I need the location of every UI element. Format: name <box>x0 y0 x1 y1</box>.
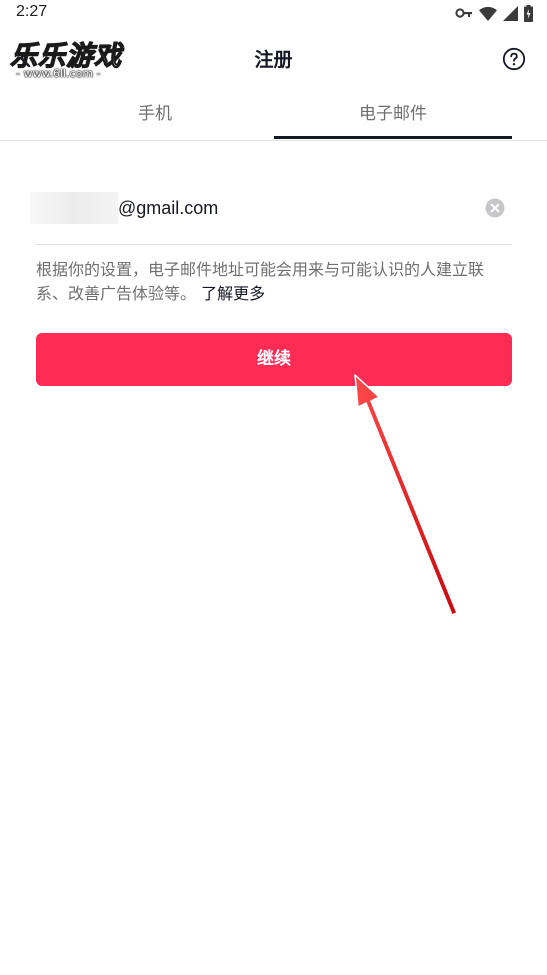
email-redaction-blur <box>30 192 118 224</box>
learn-more-link[interactable]: 了解更多 <box>201 284 265 303</box>
wifi-icon <box>479 6 497 21</box>
status-bar: 2:27 <box>0 0 547 28</box>
help-icon[interactable] <box>502 47 526 71</box>
signal-icon <box>503 5 518 21</box>
tab-selected-indicator <box>274 136 512 139</box>
status-time: 2:27 <box>16 3 48 20</box>
email-value: @gmail.com <box>118 198 219 218</box>
header: 乐乐游戏 - www.6ll.com - 注册 <box>0 30 547 86</box>
email-field[interactable]: @gmail.com <box>30 188 512 245</box>
email-usage-hint: 根据你的设置，电子邮件地址可能会用来与可能认识的人建立联系、改善广告体验等。 了… <box>36 258 512 306</box>
tab-email[interactable]: 电子邮件 <box>274 90 512 140</box>
continue-button[interactable]: 继续 <box>36 333 512 386</box>
key-icon <box>455 8 472 18</box>
clear-icon[interactable] <box>485 198 505 218</box>
page-title: 注册 <box>254 49 293 71</box>
tab-bar: 手机 电子邮件 <box>0 90 547 141</box>
annotation-arrow-icon <box>354 374 458 616</box>
status-icons <box>455 4 533 22</box>
battery-icon <box>524 4 533 22</box>
tab-phone[interactable]: 手机 <box>36 90 274 140</box>
